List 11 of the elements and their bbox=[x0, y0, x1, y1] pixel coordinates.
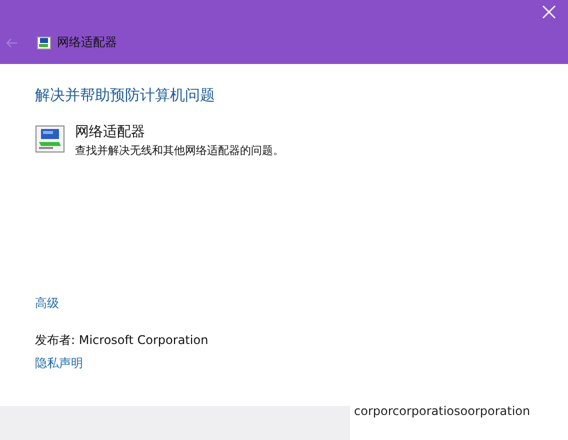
privacy-link[interactable]: 隐私声明 bbox=[35, 355, 83, 372]
close-icon bbox=[542, 5, 556, 19]
advanced-link[interactable]: 高级 bbox=[35, 295, 59, 312]
troubleshooter-name[interactable]: 网络适配器 bbox=[75, 123, 284, 141]
footer-text: corporcorporatiosoorporation bbox=[354, 404, 530, 418]
troubleshooter-description: 查找并解决无线和其他网络适配器的问题。 bbox=[75, 143, 284, 158]
network-adapter-icon bbox=[35, 125, 65, 153]
publisher-text: 发布者: Microsoft Corporation bbox=[35, 332, 210, 349]
window-title: 网络适配器 bbox=[57, 34, 117, 51]
network-adapter-icon bbox=[37, 36, 51, 50]
page-heading: 解决并帮助预防计算机问题 bbox=[35, 86, 216, 105]
